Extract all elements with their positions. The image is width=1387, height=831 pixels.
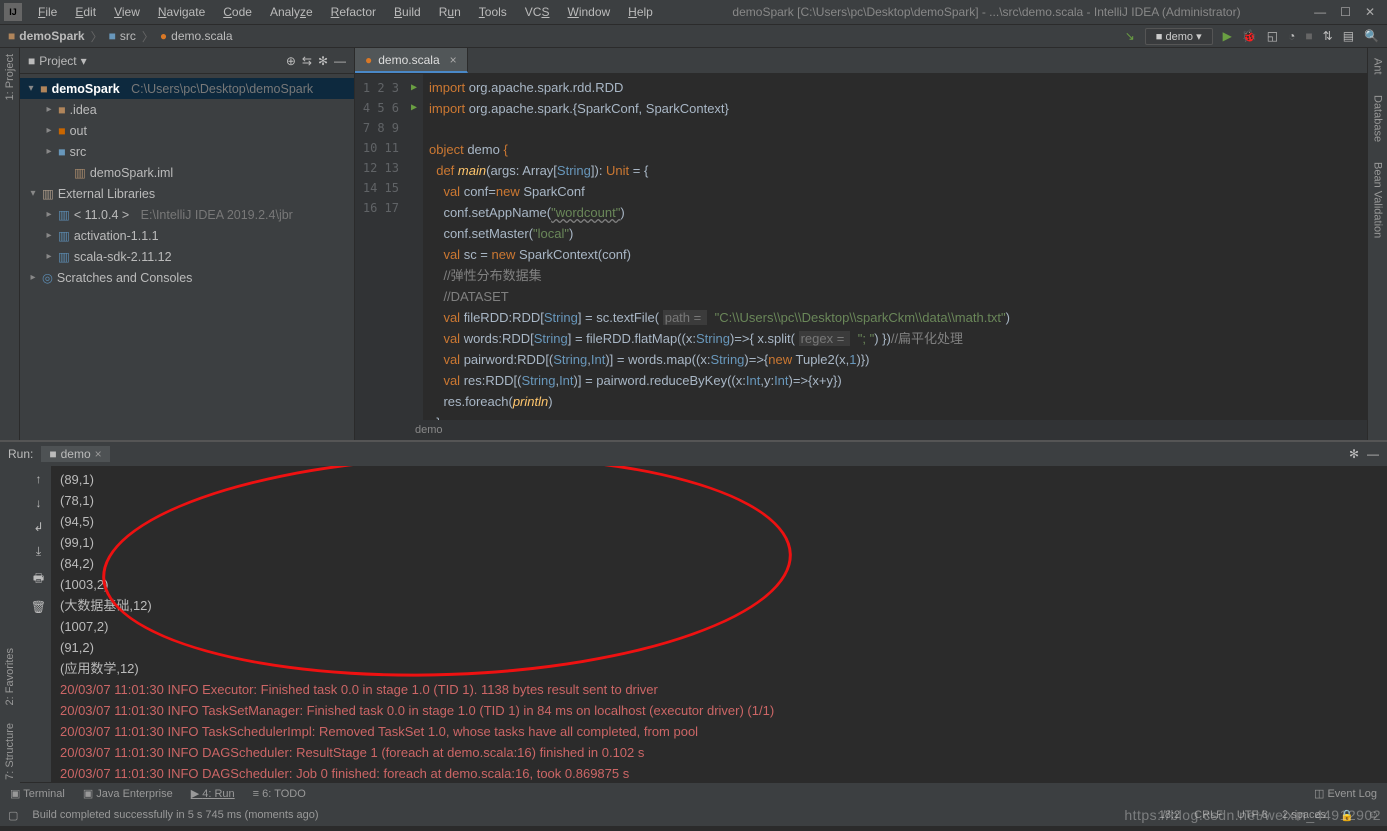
editor-area: ●demo.scala× 1 2 3 4 5 6 7 8 9 10 11 12 … — [355, 48, 1367, 440]
menu-window[interactable]: Window — [561, 3, 616, 21]
crumb-file[interactable]: demo.scala — [171, 29, 232, 43]
tree-iml[interactable]: ▥ demoSpark.iml — [20, 162, 354, 183]
project-tool-window: ■ Project ▾ ⊕ ⇆ ✻ ― ▾■ demoSpark C:\User… — [20, 48, 355, 440]
app-logo: IJ — [4, 3, 22, 21]
project-structure-icon[interactable]: ▤ — [1343, 29, 1354, 43]
status-encoding[interactable]: UTF-8 — [1237, 809, 1268, 821]
status-hector-icon[interactable]: ☺ — [1368, 809, 1379, 821]
stripe-project[interactable]: 1: Project — [4, 54, 16, 100]
run-config-select[interactable]: ■ demo ▾ — [1145, 28, 1213, 45]
menu-file[interactable]: File — [32, 3, 63, 21]
status-message-icon[interactable]: ▢ — [8, 809, 18, 822]
console-actions-column: ↑ ↓ ↲ ⤓ 🖶 🗑 — [26, 466, 52, 782]
window-minimize-icon[interactable]: ― — [1314, 5, 1326, 19]
code-editor[interactable]: import org.apache.spark.rdd.RDD import o… — [423, 74, 1367, 420]
search-everywhere-icon[interactable]: 🔍 — [1364, 29, 1379, 43]
status-eol[interactable]: CRLF — [1194, 809, 1223, 821]
folder-icon: ■ — [8, 29, 15, 43]
run-icon[interactable]: ▶ — [1223, 29, 1232, 43]
window-title: demoSpark [C:\Users\pc\Desktop\demoSpark… — [659, 5, 1314, 19]
gutter-line-numbers: 1 2 3 4 5 6 7 8 9 10 11 12 13 14 15 16 1… — [355, 74, 405, 420]
menu-view[interactable]: View — [108, 3, 146, 21]
close-icon[interactable]: × — [450, 53, 457, 67]
tree-jdk[interactable]: ▸▥ < 11.0.4 > E:\IntelliJ IDEA 2019.2.4\… — [20, 204, 354, 225]
stripe-bean-validation[interactable]: Bean Validation — [1372, 162, 1384, 238]
tree-ext-lib[interactable]: ▾▥ External Libraries — [20, 183, 354, 204]
tree-idea[interactable]: ▸■ .idea — [20, 99, 354, 120]
status-bar: ▢ Build completed successfully in 5 s 74… — [0, 804, 1387, 826]
editor-breadcrumb[interactable]: demo — [355, 420, 1367, 440]
stripe-structure[interactable]: 7: Structure — [4, 723, 16, 780]
print-icon[interactable]: 🖶 — [33, 569, 44, 590]
menu-run[interactable]: Run — [433, 3, 467, 21]
hide-icon[interactable]: ― — [1367, 447, 1379, 461]
editor-tab[interactable]: ●demo.scala× — [355, 48, 468, 73]
window-maximize-icon[interactable]: ☐ — [1340, 5, 1351, 19]
status-lock-icon[interactable]: 🔒 — [1340, 809, 1354, 822]
main-menu: File Edit View Navigate Code Analyze Ref… — [32, 3, 659, 21]
tree-out[interactable]: ▸■ out — [20, 120, 354, 141]
status-indent[interactable]: 2 spaces — [1282, 809, 1326, 821]
navigation-toolbar: ■ demoSpark ■ src ● demo.scala ↘ ■ demo … — [0, 24, 1387, 48]
status-message: Build completed successfully in 5 s 745 … — [32, 809, 318, 821]
expand-icon[interactable]: ⇆ — [302, 54, 312, 68]
target-icon[interactable]: ⊕ — [286, 54, 296, 68]
gutter-icons[interactable]: ▶ ▶ — [405, 74, 423, 420]
run-tab[interactable]: ■ demo × — [41, 446, 109, 462]
window-close-icon[interactable]: ✕ — [1365, 5, 1375, 19]
menu-analyze[interactable]: Analyze — [264, 3, 319, 21]
menu-help[interactable]: Help — [622, 3, 659, 21]
run-tool-window: Run: ■ demo × ✻ ― ▶ ■ ↩ ▦ 📌 ↑ ↓ ↲ ⤓ 🖶 🗑 … — [0, 440, 1387, 782]
tree-scratch[interactable]: ▸◎ Scratches and Consoles — [20, 267, 354, 288]
menu-edit[interactable]: Edit — [69, 3, 102, 21]
stripe-database[interactable]: Database — [1372, 95, 1384, 142]
menu-build[interactable]: Build — [388, 3, 427, 21]
main-content: 1: Project ■ Project ▾ ⊕ ⇆ ✻ ― ▾■ demoSp… — [0, 48, 1387, 440]
wrap-icon[interactable]: ↲ — [33, 520, 43, 534]
tree-src[interactable]: ▸■ src — [20, 141, 354, 162]
right-tool-stripe: Ant Database Bean Validation — [1367, 48, 1387, 440]
console-output[interactable]: (89,1) (78,1) (94,5) (99,1) (84,2) (1003… — [52, 466, 1387, 782]
annotation-ellipse — [98, 466, 795, 688]
java-enterprise-button[interactable]: ▣ Java Enterprise — [83, 787, 173, 800]
left-tool-stripe: 1: Project — [0, 48, 20, 440]
update-icon[interactable]: ⇅ — [1323, 29, 1333, 43]
trash-icon[interactable]: 🗑 — [31, 600, 46, 614]
stop-icon[interactable]: ■ — [1305, 29, 1312, 43]
scroll-icon[interactable]: ⤓ — [36, 544, 41, 559]
tree-root[interactable]: ▾■ demoSpark C:\Users\pc\Desktop\demoSpa… — [20, 78, 354, 99]
menu-refactor[interactable]: Refactor — [325, 3, 382, 21]
hide-icon[interactable]: ― — [334, 54, 346, 68]
coverage-icon[interactable]: ◱ — [1267, 29, 1278, 43]
build-icon[interactable]: ↘ — [1125, 29, 1135, 43]
menu-code[interactable]: Code — [217, 3, 258, 21]
crumb-src[interactable]: src — [120, 29, 136, 43]
profile-icon[interactable]: ◔ — [1288, 29, 1295, 43]
event-log-button[interactable]: ◫ Event Log — [1314, 787, 1377, 800]
crumb-project[interactable]: demoSpark — [19, 29, 84, 43]
menu-tools[interactable]: Tools — [473, 3, 513, 21]
bottom-tool-buttons: ▣ Terminal ▣ Java Enterprise ▶ 4: Run ≡ … — [0, 782, 1387, 804]
run-label: Run: — [8, 447, 33, 461]
folder-icon: ■ — [109, 29, 116, 43]
tree-activation[interactable]: ▸▥ activation-1.1.1 — [20, 225, 354, 246]
project-tree[interactable]: ▾■ demoSpark C:\Users\pc\Desktop\demoSpa… — [20, 74, 354, 292]
menu-navigate[interactable]: Navigate — [152, 3, 211, 21]
left-lower-stripe: 2: Favorites 7: Structure — [0, 470, 20, 790]
title-bar: IJ File Edit View Navigate Code Analyze … — [0, 0, 1387, 24]
tree-scala-sdk[interactable]: ▸▥ scala-sdk-2.11.12 — [20, 246, 354, 267]
scala-file-icon: ● — [160, 29, 167, 43]
stripe-ant[interactable]: Ant — [1372, 58, 1384, 75]
gear-icon[interactable]: ✻ — [1349, 447, 1359, 461]
run-button[interactable]: ▶ 4: Run — [191, 787, 235, 800]
stripe-favorites[interactable]: 2: Favorites — [4, 648, 16, 705]
status-caret[interactable]: 18:2 — [1159, 809, 1180, 821]
down-icon[interactable]: ↓ — [36, 496, 42, 510]
gear-icon[interactable]: ✻ — [318, 54, 328, 68]
pane-title[interactable]: ■ Project ▾ — [28, 54, 87, 68]
todo-button[interactable]: ≡ 6: TODO — [253, 788, 306, 800]
up-icon[interactable]: ↑ — [36, 472, 42, 486]
debug-icon[interactable]: 🐞 — [1242, 29, 1257, 43]
menu-vcs[interactable]: VCS — [519, 3, 556, 21]
